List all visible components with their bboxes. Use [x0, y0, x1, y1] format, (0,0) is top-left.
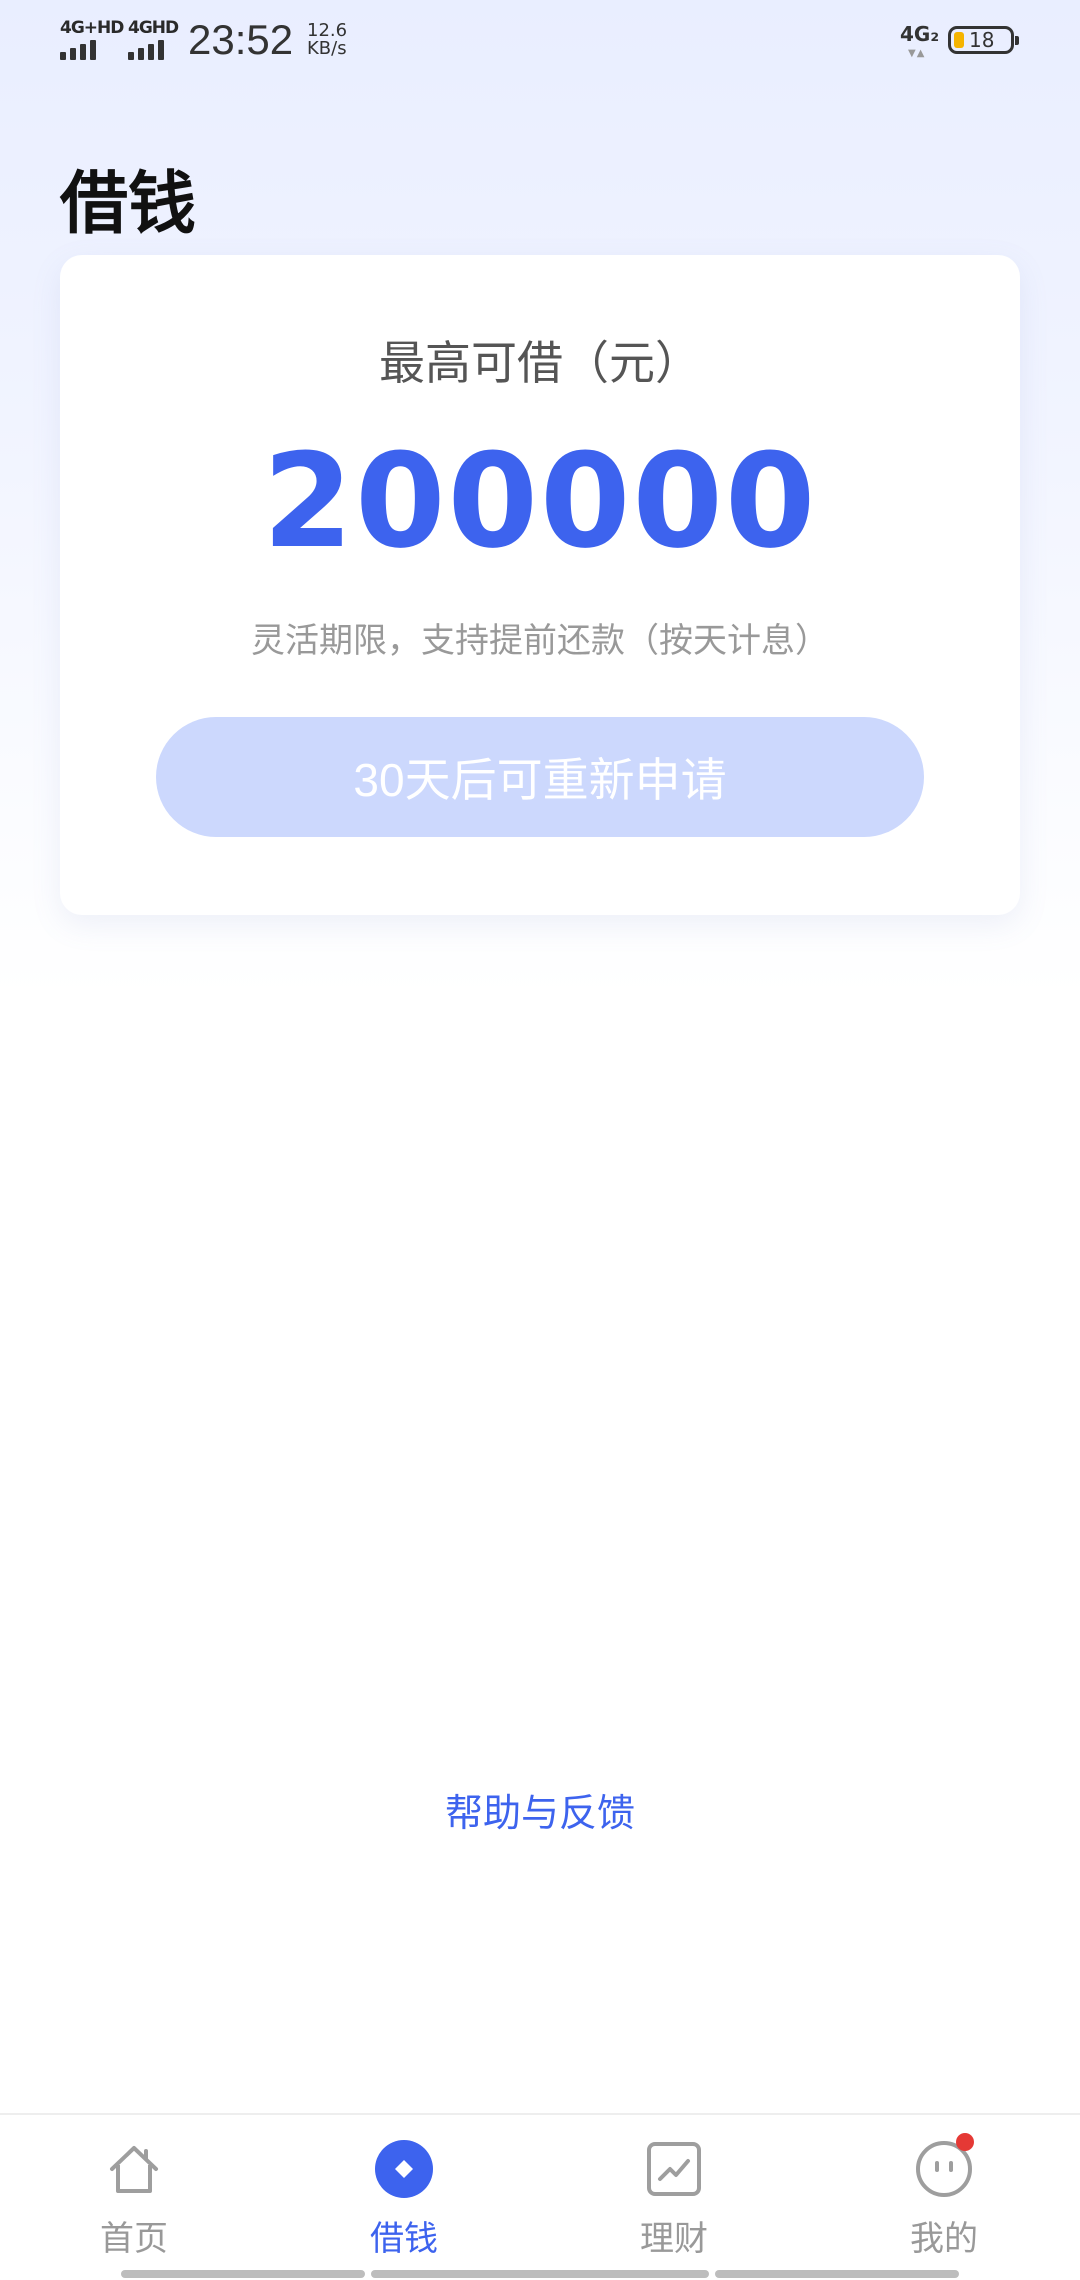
sim1-signal: 4G+HD: [60, 18, 124, 60]
status-bar: 4G+HD 4GHD 23:52 12.6 KB/s 4G₂ ▼▲ 18: [0, 0, 1080, 86]
nav-item-home[interactable]: 首页: [34, 2139, 234, 2259]
network-speed: 12.6 KB/s: [307, 22, 347, 58]
sim2-network-label: 4GHD: [128, 18, 179, 38]
finance-chart-icon: [647, 2142, 701, 2196]
gesture-bar-right: [715, 2270, 959, 2278]
loan-card: 最高可借（元） 200000 灵活期限，支持提前还款（按天计息） 30天后可重新…: [60, 255, 1020, 915]
gesture-bar-left: [121, 2270, 365, 2278]
nav-label-profile: 我的: [910, 2219, 978, 2259]
loan-description: 灵活期限，支持提前还款（按天计息）: [251, 621, 829, 661]
nav-item-profile[interactable]: 我的: [844, 2133, 1044, 2259]
home-icon: [110, 2146, 158, 2193]
nav-label-loan: 借钱: [370, 2219, 438, 2259]
notification-badge-dot: [956, 2133, 974, 2151]
battery-fill: [954, 32, 964, 48]
gesture-bar-center: [371, 2270, 709, 2278]
battery-level: 18: [969, 28, 995, 52]
loan-page: 4G+HD 4GHD 23:52 12.6 KB/s 4G₂ ▼▲ 18 借钱: [0, 0, 1080, 2280]
sim1-signal-bars-icon: [60, 40, 96, 60]
help-feedback-link[interactable]: 帮助与反馈: [0, 1782, 1080, 1837]
nav-item-loan[interactable]: 借钱: [304, 2139, 504, 2259]
bottom-nav: 首页 借钱 理财 我的: [0, 2113, 1080, 2280]
battery-icon: 18: [948, 26, 1019, 54]
network-type-label: 4G₂: [900, 22, 940, 46]
max-loan-amount: 200000: [262, 425, 818, 577]
max-loan-label: 最高可借（元）: [379, 336, 701, 390]
sim2-signal-bars-icon: [128, 40, 164, 60]
data-activity-icon: ▼▲: [908, 48, 926, 59]
nav-label-finance: 理财: [640, 2219, 708, 2259]
status-time: 23:52: [188, 16, 294, 63]
reapply-button[interactable]: 30天后可重新申请: [156, 717, 924, 837]
nav-label-home: 首页: [100, 2219, 168, 2259]
sim1-network-label: 4G+HD: [60, 18, 124, 38]
nav-item-finance[interactable]: 理财: [574, 2139, 774, 2259]
network-type-right: 4G₂ ▼▲: [900, 22, 940, 59]
loan-icon: [375, 2140, 433, 2198]
network-speed-unit: KB/s: [307, 38, 347, 59]
sim2-signal: 4GHD: [128, 18, 190, 60]
page-title: 借钱: [60, 165, 197, 244]
